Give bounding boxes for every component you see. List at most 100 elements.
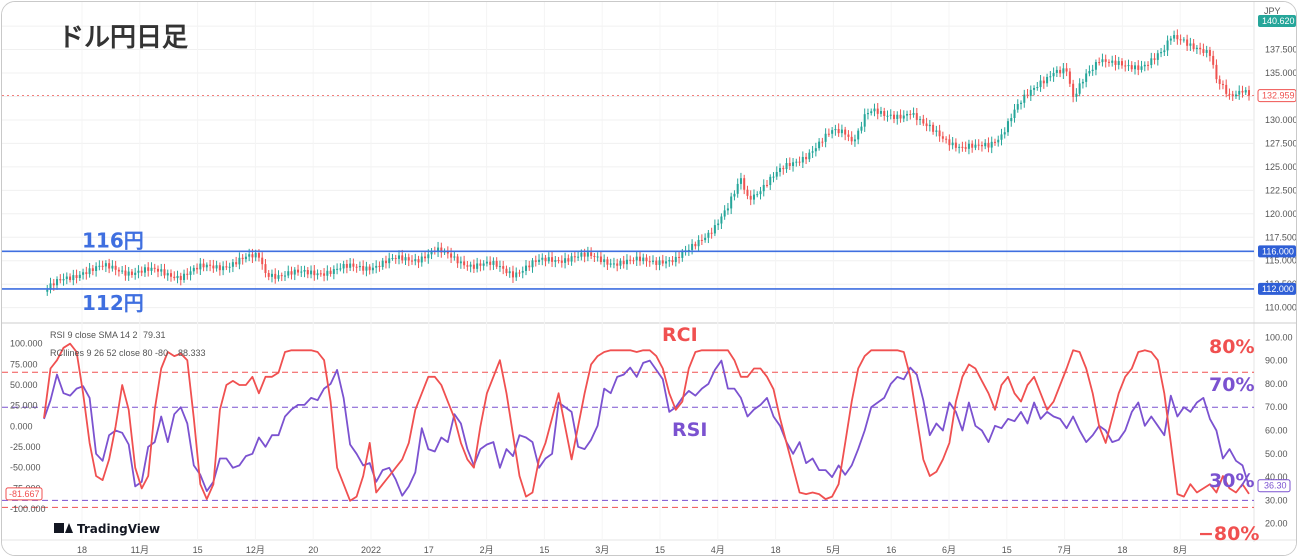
candle-body [355, 266, 358, 268]
x-tick-label: 2022 [361, 545, 381, 555]
candle-body [283, 275, 287, 277]
osc-right-tick-label: 100.00 [1265, 332, 1293, 342]
candle-body [1042, 80, 1045, 84]
candle-body [46, 289, 49, 292]
candle-body [215, 265, 218, 269]
candle-body [1114, 60, 1117, 65]
candle-body [205, 264, 208, 268]
candle-body [391, 258, 394, 260]
candle-body [143, 267, 146, 273]
candle-body [883, 111, 886, 116]
candle-body [156, 268, 159, 272]
rci-annotation: RCI [662, 324, 698, 346]
x-tick-label: 4月 [711, 545, 725, 555]
rci-legend[interactable]: RCIlines 9 26 52 close 80 -80 [50, 348, 168, 358]
candle-body [850, 136, 853, 142]
candle-body [730, 196, 733, 209]
candle-body [124, 270, 127, 276]
candle-body [801, 156, 804, 163]
osc-left-tick-label: 75.000 [10, 359, 38, 369]
candle-body [609, 263, 612, 265]
candle-body [652, 260, 655, 262]
candle-body [114, 265, 117, 270]
candle-body [717, 223, 720, 226]
candle-body [668, 260, 671, 262]
candle-body [860, 126, 863, 131]
candle-body [1244, 90, 1247, 93]
candle-body [427, 254, 430, 259]
candle-body [967, 143, 970, 149]
x-tick-label: 18 [77, 545, 87, 555]
candle-body [401, 255, 404, 261]
candle-body [303, 270, 306, 272]
candle-body [616, 263, 619, 266]
candle-body [270, 273, 273, 277]
osc-left-tick-label: 100.000 [10, 339, 43, 349]
candle-body [710, 232, 713, 234]
candle-body [98, 265, 101, 267]
candle-body [912, 113, 915, 115]
candle-body [375, 265, 378, 268]
x-tick-label: 5月 [826, 545, 840, 555]
osc-left-tick-label: -25.000 [10, 442, 41, 452]
candle-body [808, 152, 811, 160]
candle-body [345, 263, 348, 268]
candle-body [482, 263, 485, 266]
rsi-30-annotation: 30% [1209, 470, 1254, 492]
candle-body [746, 189, 749, 196]
osc-left-tick-label: 0.000 [10, 421, 33, 431]
candle-body [726, 208, 729, 211]
currency-label[interactable]: JPY [1264, 6, 1281, 16]
candle-body [1192, 43, 1195, 50]
candle-body [492, 260, 495, 265]
rci-value-tag-text: -81.667 [9, 489, 40, 499]
osc-right-tick-label: 90.00 [1265, 356, 1288, 366]
candle-body [153, 267, 156, 269]
candle-body [450, 253, 453, 258]
candle-body [222, 266, 225, 271]
candle-body [209, 264, 212, 266]
candle-body [1120, 61, 1123, 66]
candle-body [378, 265, 381, 267]
candle-body [873, 108, 876, 112]
candle-body [570, 256, 573, 262]
chart-frame: 110.000112.500115.000117.500120.000122.5… [1, 1, 1297, 556]
candle-body [720, 216, 723, 224]
candle-body [319, 273, 322, 275]
top-price-tag-text: 140.620 [1262, 16, 1295, 26]
candle-body [1104, 59, 1107, 62]
candle-body [459, 261, 462, 264]
candle-body [134, 272, 137, 275]
candle-body [342, 263, 345, 269]
candle-body [339, 268, 342, 270]
candle-body [1088, 71, 1091, 74]
candle-body [420, 256, 423, 263]
candle-body [606, 259, 609, 265]
candle-body [958, 146, 961, 148]
candle-body [824, 133, 827, 142]
candle-body [642, 257, 645, 262]
candle-body [264, 264, 267, 274]
candle-body [1221, 83, 1224, 85]
candle-body [280, 275, 283, 277]
candle-body [69, 276, 72, 281]
rsi-70-annotation: 70% [1209, 374, 1254, 396]
rsi-legend[interactable]: RSI 9 close SMA 14 2 [50, 330, 138, 340]
candle-body [935, 130, 938, 132]
candle-body [274, 273, 277, 279]
x-tick-label: 11月 [131, 545, 149, 555]
candle-body [954, 142, 957, 148]
candle-body [381, 260, 384, 267]
candle-body [915, 113, 918, 120]
candle-body [557, 260, 560, 262]
candle-body [919, 119, 922, 121]
candle-body [179, 275, 182, 281]
candle-body [117, 269, 120, 272]
candle-body [202, 263, 205, 268]
candle-body [893, 114, 896, 119]
candle-body [85, 272, 88, 275]
candle-body [977, 144, 980, 146]
candle-body [476, 263, 479, 269]
candle-body [593, 255, 596, 257]
candle-body [248, 254, 251, 257]
